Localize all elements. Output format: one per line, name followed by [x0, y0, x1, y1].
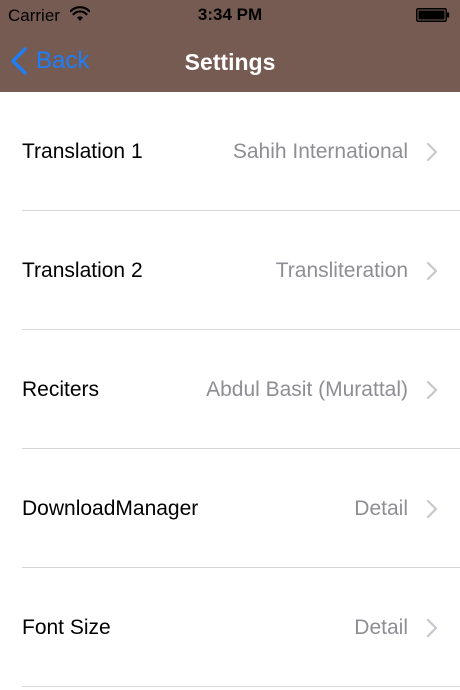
chevron-right-icon	[426, 618, 438, 638]
row-detail: Sahih International	[232, 140, 408, 163]
row-separator	[22, 686, 460, 687]
row-label: Translation 1	[22, 140, 143, 163]
chevron-right-icon	[426, 380, 438, 400]
chevron-right-icon	[426, 142, 438, 162]
chevron-right-icon	[426, 499, 438, 519]
settings-row-translation-2[interactable]: Translation 2 Transliteration	[0, 211, 460, 330]
row-label: Translation 2	[22, 259, 143, 282]
row-label: DownloadManager	[22, 497, 199, 520]
battery-icon	[416, 8, 450, 22]
status-bar: Carrier 3:34 PM	[0, 0, 460, 32]
row-detail: Transliteration	[275, 259, 408, 282]
back-button[interactable]: Back	[10, 44, 89, 78]
settings-list: Translation 1 Sahih International Transl…	[0, 92, 460, 687]
chevron-left-icon	[11, 47, 27, 75]
settings-row-download-manager[interactable]: DownloadManager Detail	[0, 449, 460, 568]
settings-row-translation-1[interactable]: Translation 1 Sahih International	[0, 92, 460, 211]
row-detail: Detail	[354, 616, 408, 639]
back-button-label: Back	[36, 47, 90, 74]
header: Carrier 3:34 PM Settings Back	[0, 0, 460, 92]
settings-row-reciters[interactable]: Reciters Abdul Basit (Murattal)	[0, 330, 460, 449]
row-label: Font Size	[22, 616, 111, 639]
chevron-right-icon	[426, 261, 438, 281]
navigation-bar: Settings Back	[0, 32, 460, 92]
row-detail: Detail	[354, 497, 408, 520]
status-time: 3:34 PM	[197, 5, 263, 24]
row-label: Reciters	[22, 378, 100, 401]
settings-row-font-size[interactable]: Font Size Detail	[0, 568, 460, 687]
row-detail: Abdul Basit (Murattal)	[206, 378, 408, 401]
